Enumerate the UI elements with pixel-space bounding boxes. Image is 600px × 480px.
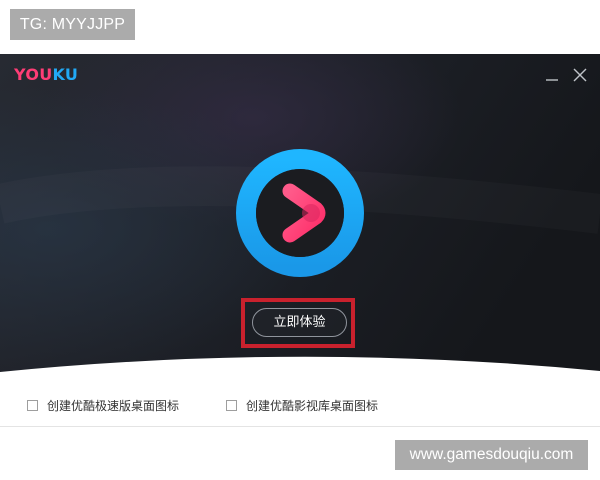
checkbox-library-shortcut[interactable] — [226, 399, 237, 411]
shortcut-options: 创建优酷极速版桌面图标 创建优酷影视库桌面图标 — [0, 392, 600, 418]
youku-play-logo-icon — [236, 149, 364, 277]
page: TG: MYYJJPP YOUKU 立即体验 创建优酷极速版桌面图标 创建优酷影… — [0, 0, 600, 480]
installer-window: YOUKU 立即体验 创建优酷极速版桌面图标 创建优酷影视库桌面图标 — [0, 54, 600, 427]
close-button[interactable] — [571, 66, 589, 84]
checkbox-lite-shortcut[interactable] — [27, 399, 38, 411]
youku-logo: YOUKU — [14, 65, 78, 84]
logo-part-b: KU — [52, 65, 79, 84]
close-icon — [573, 68, 587, 82]
watermark-top: TG: MYYJJPP — [10, 9, 135, 40]
minimize-icon — [546, 79, 558, 81]
logo-part-a: YOU — [14, 65, 53, 84]
option-create-library-shortcut[interactable]: 创建优酷影视库桌面图标 — [226, 392, 378, 418]
minimize-button[interactable] — [543, 66, 561, 84]
option-label: 创建优酷影视库桌面图标 — [246, 398, 379, 413]
try-now-button[interactable]: 立即体验 — [252, 308, 347, 337]
option-create-lite-shortcut[interactable]: 创建优酷极速版桌面图标 — [27, 392, 179, 418]
option-label: 创建优酷极速版桌面图标 — [47, 398, 180, 413]
watermark-bottom: www.gamesdouqiu.com — [395, 440, 588, 470]
